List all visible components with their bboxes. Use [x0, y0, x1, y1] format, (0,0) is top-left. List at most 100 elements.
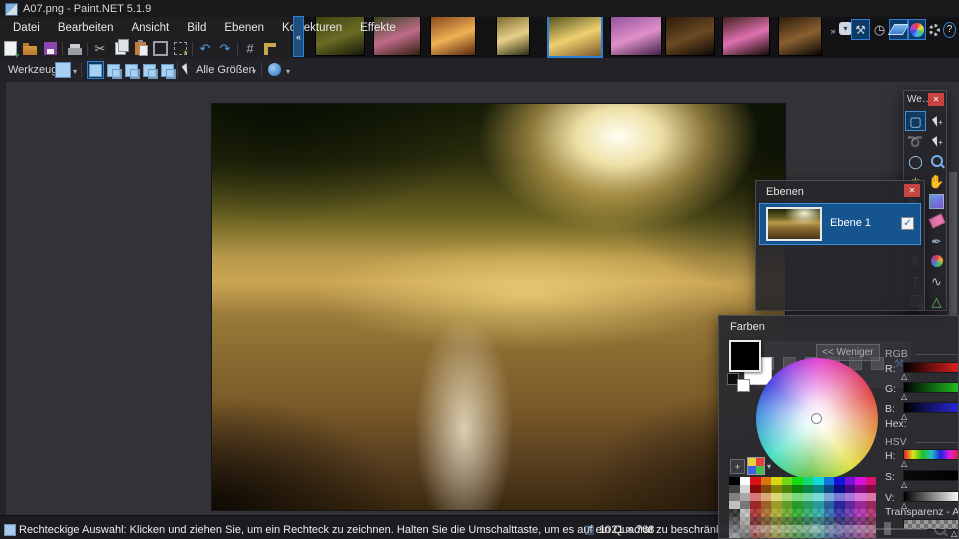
palette-swatch[interactable] [729, 493, 740, 501]
sampling-dropdown-icon[interactable]: ▾ [252, 67, 256, 76]
palette-menu-button[interactable] [747, 457, 765, 475]
tools-toggle-button[interactable]: ⚒ [851, 19, 870, 40]
palette-swatch[interactable] [834, 485, 845, 493]
palette-swatch[interactable] [824, 477, 835, 485]
palette-swatch[interactable] [750, 501, 761, 509]
tool-dropdown-icon[interactable]: ▾ [73, 67, 77, 76]
palette-swatch[interactable] [855, 485, 866, 493]
tool-move-selection[interactable] [926, 131, 947, 151]
palette-swatch[interactable] [740, 485, 751, 493]
green-slider-marker[interactable]: △ [901, 392, 907, 401]
reset-white-swatch[interactable] [737, 379, 750, 392]
active-tool-icon[interactable] [55, 62, 71, 78]
image-thumbnail-6[interactable] [610, 12, 662, 56]
selection-mode-1-button[interactable] [87, 61, 104, 79]
cut-button[interactable]: ✂ [90, 40, 110, 57]
palette-swatch[interactable] [782, 509, 793, 517]
palette-swatch[interactable] [866, 501, 877, 509]
palette-swatch[interactable] [803, 477, 814, 485]
fit-window-icon[interactable]: ▣ [809, 521, 820, 535]
green-slider[interactable] [903, 382, 959, 393]
palette-swatch[interactable] [866, 493, 877, 501]
palette-swatch[interactable] [834, 509, 845, 517]
image-thumbnail-9[interactable] [778, 12, 822, 56]
palette-swatch[interactable] [855, 477, 866, 485]
palette-swatch[interactable] [803, 485, 814, 493]
image-thumbnail-3[interactable] [430, 12, 476, 56]
new-button[interactable] [0, 40, 20, 57]
palette-swatch[interactable] [761, 477, 772, 485]
palette-swatch[interactable] [771, 485, 782, 493]
palette-swatch[interactable] [729, 477, 740, 485]
tool-gradient[interactable] [926, 191, 947, 211]
tool-color-picker[interactable]: ✒ [926, 231, 947, 251]
palette-swatch[interactable] [782, 493, 793, 501]
tools-panel-close-icon[interactable]: ✕ [928, 93, 944, 106]
palette-swatch[interactable] [761, 485, 772, 493]
palette-swatch[interactable] [750, 485, 761, 493]
menu-item-korrekturen[interactable]: Korrekturen [273, 19, 351, 37]
menu-item-bild[interactable]: Bild [178, 19, 215, 37]
palette-swatch[interactable] [792, 501, 803, 509]
palette-swatch[interactable] [782, 477, 793, 485]
palette-swatch[interactable] [771, 493, 782, 501]
image-thumbnail-4[interactable]: ☀ [496, 12, 530, 56]
history-toggle-button[interactable]: ◷ [872, 19, 887, 40]
palette-swatch[interactable] [761, 493, 772, 501]
palette-swatch[interactable] [813, 477, 824, 485]
palette-swatch[interactable] [761, 501, 772, 509]
palette-swatch[interactable] [792, 477, 803, 485]
palette-swatch[interactable] [824, 485, 835, 493]
palette-swatch[interactable] [845, 517, 856, 525]
palette-swatch[interactable] [834, 501, 845, 509]
palette-swatch[interactable] [824, 493, 835, 501]
palette-swatch[interactable] [740, 525, 751, 533]
palette-swatch[interactable] [813, 485, 824, 493]
ruler-button[interactable] [260, 40, 280, 57]
palette-swatch[interactable] [740, 501, 751, 509]
palette-swatch[interactable] [855, 517, 866, 525]
palette-swatch[interactable] [845, 501, 856, 509]
palette-swatch[interactable] [782, 501, 793, 509]
alpha-slider-marker[interactable]: △ [951, 529, 957, 538]
palette-swatch[interactable] [729, 485, 740, 493]
layers-toggle-button[interactable] [889, 19, 908, 40]
tool-shapes-triangle[interactable]: △ [926, 291, 947, 311]
hue-slider[interactable] [903, 449, 959, 460]
layers-panel-close-icon[interactable]: ✕ [904, 184, 920, 197]
palette-swatch[interactable] [771, 509, 782, 517]
palette-swatch[interactable] [845, 493, 856, 501]
crop-button[interactable] [150, 40, 170, 57]
tool-pan[interactable]: ✋ [926, 171, 947, 191]
sampling-size-value[interactable]: Alle Größen [196, 64, 255, 76]
palette-swatch[interactable] [855, 493, 866, 501]
tool-lasso-select[interactable]: ➰ [905, 131, 926, 151]
hue-slider-marker[interactable]: △ [901, 459, 907, 468]
palette-swatch[interactable] [834, 477, 845, 485]
add-palette-color-button[interactable]: + [730, 459, 745, 474]
palette-swatch[interactable] [740, 517, 751, 525]
selection-mode-4-button[interactable] [141, 61, 158, 79]
palette-swatch[interactable] [803, 493, 814, 501]
sat-slider-marker[interactable]: △ [901, 480, 907, 489]
tool-zoom[interactable] [926, 151, 947, 171]
image-thumbnail-7[interactable] [665, 12, 715, 56]
redo-button[interactable]: ↷ [215, 40, 235, 57]
colors-toggle-button[interactable] [908, 19, 926, 40]
palette-swatch[interactable] [740, 493, 751, 501]
palette-swatch[interactable] [729, 533, 740, 539]
palette-dropdown-icon[interactable]: ▾ [767, 462, 771, 471]
thumbnail-overflow-button[interactable]: » [827, 24, 839, 38]
save-button[interactable] [40, 40, 60, 57]
palette-swatch[interactable] [866, 509, 877, 517]
palette-swatch[interactable] [834, 493, 845, 501]
blue-slider[interactable] [903, 402, 959, 413]
palette-swatch[interactable] [740, 477, 751, 485]
zoom-out-icon[interactable] [830, 523, 842, 535]
palette-swatch[interactable] [729, 501, 740, 509]
undo-button[interactable]: ↶ [195, 40, 215, 57]
tool-line-curve[interactable]: ∿ [926, 271, 947, 291]
image-thumbnail-5[interactable] [547, 10, 603, 58]
selection-mode-2-button[interactable] [105, 61, 122, 79]
menu-item-ansicht[interactable]: Ansicht [122, 19, 178, 37]
